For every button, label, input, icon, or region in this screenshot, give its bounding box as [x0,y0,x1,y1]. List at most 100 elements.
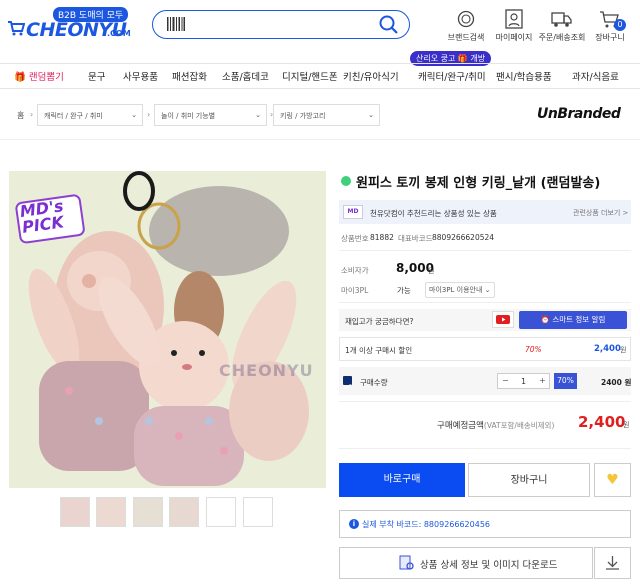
chevron-right-icon: › [147,110,151,119]
chevron-down-icon: ⌄ [131,111,137,119]
breadcrumb-level2: 놀이 / 취미 기능별 [161,112,216,120]
bulk-discount-pct: 70% [525,345,542,354]
thumbnail-6[interactable] [243,497,273,527]
md-pick-badge: MD's PICK [19,196,67,237]
thumbnail-1[interactable] [60,497,90,527]
buy-now-button[interactable]: 바로구매 [339,463,465,497]
wishlist-button[interactable]: ♥ [594,463,631,497]
nav-item-fashion[interactable]: 패션잡화 [172,69,207,83]
quantity-price: 2400 원 [601,378,632,387]
cart-count-badge: 0 [614,19,626,31]
breadcrumb-level3: 키링 / 가방고리 [280,112,326,120]
smart-alert-label: 스마트 정보 알림 [552,315,606,324]
thumbnail-4[interactable] [169,497,199,527]
breadcrumb-select-3[interactable]: 키링 / 가방고리 ⌄ [273,104,380,126]
heart-icon: ♥ [606,472,619,488]
search-icon[interactable] [378,14,400,36]
brand-search-button[interactable]: 브랜드검색 [440,9,492,43]
nav-item-fancy[interactable]: 팬시/학습용품 [496,69,552,83]
divider [339,448,631,449]
mall-label: 마이3PL [341,286,369,295]
gift-icon: 🎁 [14,72,26,83]
chevron-right-icon: › [30,110,34,119]
divider [339,302,631,303]
barcode-value: 8809266620524 [432,233,495,242]
download-button[interactable] [594,547,631,579]
cart-label: 장바구니 [595,33,625,42]
total-label-group: 구매예정금액(VAT포함/배송비제외) [437,419,554,431]
smart-alert-button[interactable]: ⏰ 스마트 정보 알림 [519,311,627,329]
breadcrumb-level1: 캐릭터 / 완구 / 취미 [44,112,103,120]
add-to-cart-button[interactable]: 장바구니 [468,463,590,497]
nav-item-digital[interactable]: 디지털/핸드폰 [282,69,338,83]
nav-divider [0,63,640,64]
download-details-label: 상품 상세 정보 및 이미지 다운로드 [420,560,558,571]
chevron-down-icon: ⌄ [368,111,374,119]
logo-com: .COM [107,29,131,38]
nav-item-snack[interactable]: 과자/식음료 [572,69,619,83]
youtube-button[interactable] [492,311,514,328]
total-won: 원 [623,421,630,429]
breadcrumb-select-2[interactable]: 놀이 / 취미 기능별 ⌄ [154,104,267,126]
divider [339,250,631,251]
brand-search-label: 브랜드검색 [447,33,485,42]
nav-item-character[interactable]: 캐릭터/완구/취미 [418,69,486,83]
product-main-image[interactable]: MD's PICK CHEONYU [9,171,326,488]
quantity-checkbox[interactable] [343,376,352,390]
thumbnail-5[interactable] [206,497,236,527]
status-dot [341,176,351,186]
search-input[interactable] [152,10,410,39]
product-code: 81882 [370,233,394,242]
barcode-icon[interactable] [167,17,185,31]
bulk-discount-price: 2,400 [594,344,621,354]
medal-icon [457,10,475,28]
info-icon: i [349,519,359,529]
cart-logo-icon [8,21,25,36]
price-won: 원 [428,267,435,275]
minus-button[interactable]: − [502,376,509,385]
md-pick-mini-icon: MD [343,205,363,219]
quantity-stepper[interactable]: − 1 + [497,373,550,389]
breadcrumb-select-1[interactable]: 캐릭터 / 완구 / 취미 ⌄ [37,104,143,126]
nav-item-kitchen[interactable]: 키친/유아식기 [343,69,399,83]
mypage-label: 마이페이지 [495,33,533,42]
cart-button[interactable]: 장바구니 [584,9,636,43]
product-title: 원피스 토끼 봉제 인형 키링_낱개 (랜덤발송) [356,176,601,191]
breadcrumb-home[interactable]: 홈 [17,110,24,121]
order-tracking-label: 주문/배송조회 [538,33,586,42]
quantity-value[interactable]: 1 [521,377,526,386]
thumbnail-2[interactable] [96,497,126,527]
recommend-text: 천유닷컴이 추천드리는 상품성 있는 상품 [370,209,497,218]
quantity-discount-badge: 70% [554,373,577,389]
restock-inquiry-text: 재입고가 궁금하다면? [345,317,414,326]
nav-item-stationery[interactable]: 문구 [88,69,105,83]
quantity-label: 구매수량 [360,378,388,387]
divider [339,401,631,402]
nav-item-office[interactable]: 사무용품 [123,69,158,83]
mall-guide-button[interactable]: 마이3PL 이용안내 ⌄ [425,282,495,298]
product-code-label: 상품번호 [341,234,369,243]
person-icon [505,9,523,29]
related-products-link[interactable]: 관련상품 더보기 > [573,208,628,218]
nav-item-random[interactable]: 🎁 랜덤뽑기 [14,69,64,83]
price-label: 소비자가 [341,266,369,275]
nav-bottom-divider [0,88,640,89]
check-icon [344,384,351,390]
mall-value: 가능 [397,286,411,295]
bulk-won: 원 [620,346,627,354]
order-tracking-button[interactable]: 주문/배송조회 [536,9,588,43]
thumbnail-3[interactable] [133,497,163,527]
brand-logo[interactable]: UnBranded [537,106,621,122]
nav-item-label: 랜덤뽑기 [28,72,64,83]
truck-icon [551,12,572,27]
real-barcode-text: 실제 부착 바코드: 8809266620456 [362,520,491,529]
total-note: (VAT포함/배송비제외) [483,421,555,430]
chevron-down-icon: ⌄ [255,111,261,119]
total-label: 구매예정금액 [437,421,484,431]
youtube-icon [496,315,510,324]
mypage-button[interactable]: 마이페이지 [488,9,540,43]
section-divider [0,139,640,140]
plus-button[interactable]: + [539,376,546,385]
nav-item-homedeco[interactable]: 소품/홈데코 [222,69,269,83]
barcode-label: 대표바코드 [398,234,433,243]
